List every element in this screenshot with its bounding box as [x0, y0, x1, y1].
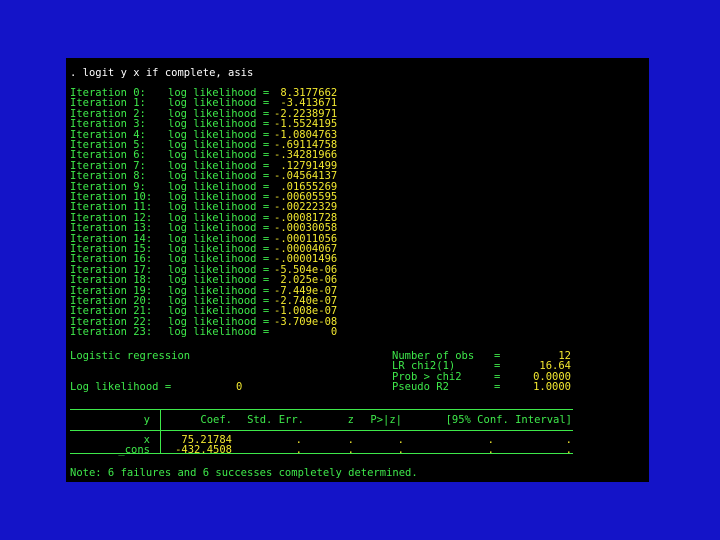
table-header-cell: Std. Err.	[247, 414, 304, 426]
table-cell: .	[295, 434, 302, 446]
stat-label: Pseudo R2	[392, 381, 449, 394]
table-cell: .	[565, 434, 572, 446]
table-header-cell: Coef.	[200, 414, 232, 426]
table-cell: .	[487, 434, 494, 446]
stata-results-window: . logit y x if complete, asis Iteration …	[66, 58, 649, 482]
iteration-text: log likelihood =	[168, 326, 270, 339]
loglik-value: 0	[236, 381, 243, 393]
iteration-value: 0	[274, 326, 338, 339]
table-header-cell: z	[347, 414, 354, 426]
command-line: . logit y x if complete, asis	[70, 67, 254, 79]
table-header-cell: P>|z|	[370, 414, 402, 426]
table-column-divider	[160, 409, 161, 453]
model-title: Logistic regression	[70, 350, 191, 362]
table-cell: .	[487, 444, 494, 457]
table-top-rule	[70, 409, 573, 410]
table-row-label: _cons	[118, 444, 150, 457]
note-line: Note: 6 failures and 6 successes complet…	[70, 467, 418, 479]
table-cell: .	[295, 444, 302, 457]
stat-equals: =	[494, 381, 501, 394]
table-header-cell: y	[143, 414, 150, 426]
stat-value: 1.0000	[533, 381, 571, 394]
table-cell: .	[347, 444, 354, 457]
loglik-label: Log likelihood =	[70, 381, 172, 393]
table-header-rule	[70, 430, 573, 431]
table-cell: .	[397, 444, 404, 457]
iteration-label: Iteration 23:	[70, 326, 153, 339]
table-header-cell: [95% Conf. Interval]	[445, 414, 572, 426]
table-cell: -432.4508	[175, 444, 232, 457]
table-cell: .	[565, 444, 572, 457]
